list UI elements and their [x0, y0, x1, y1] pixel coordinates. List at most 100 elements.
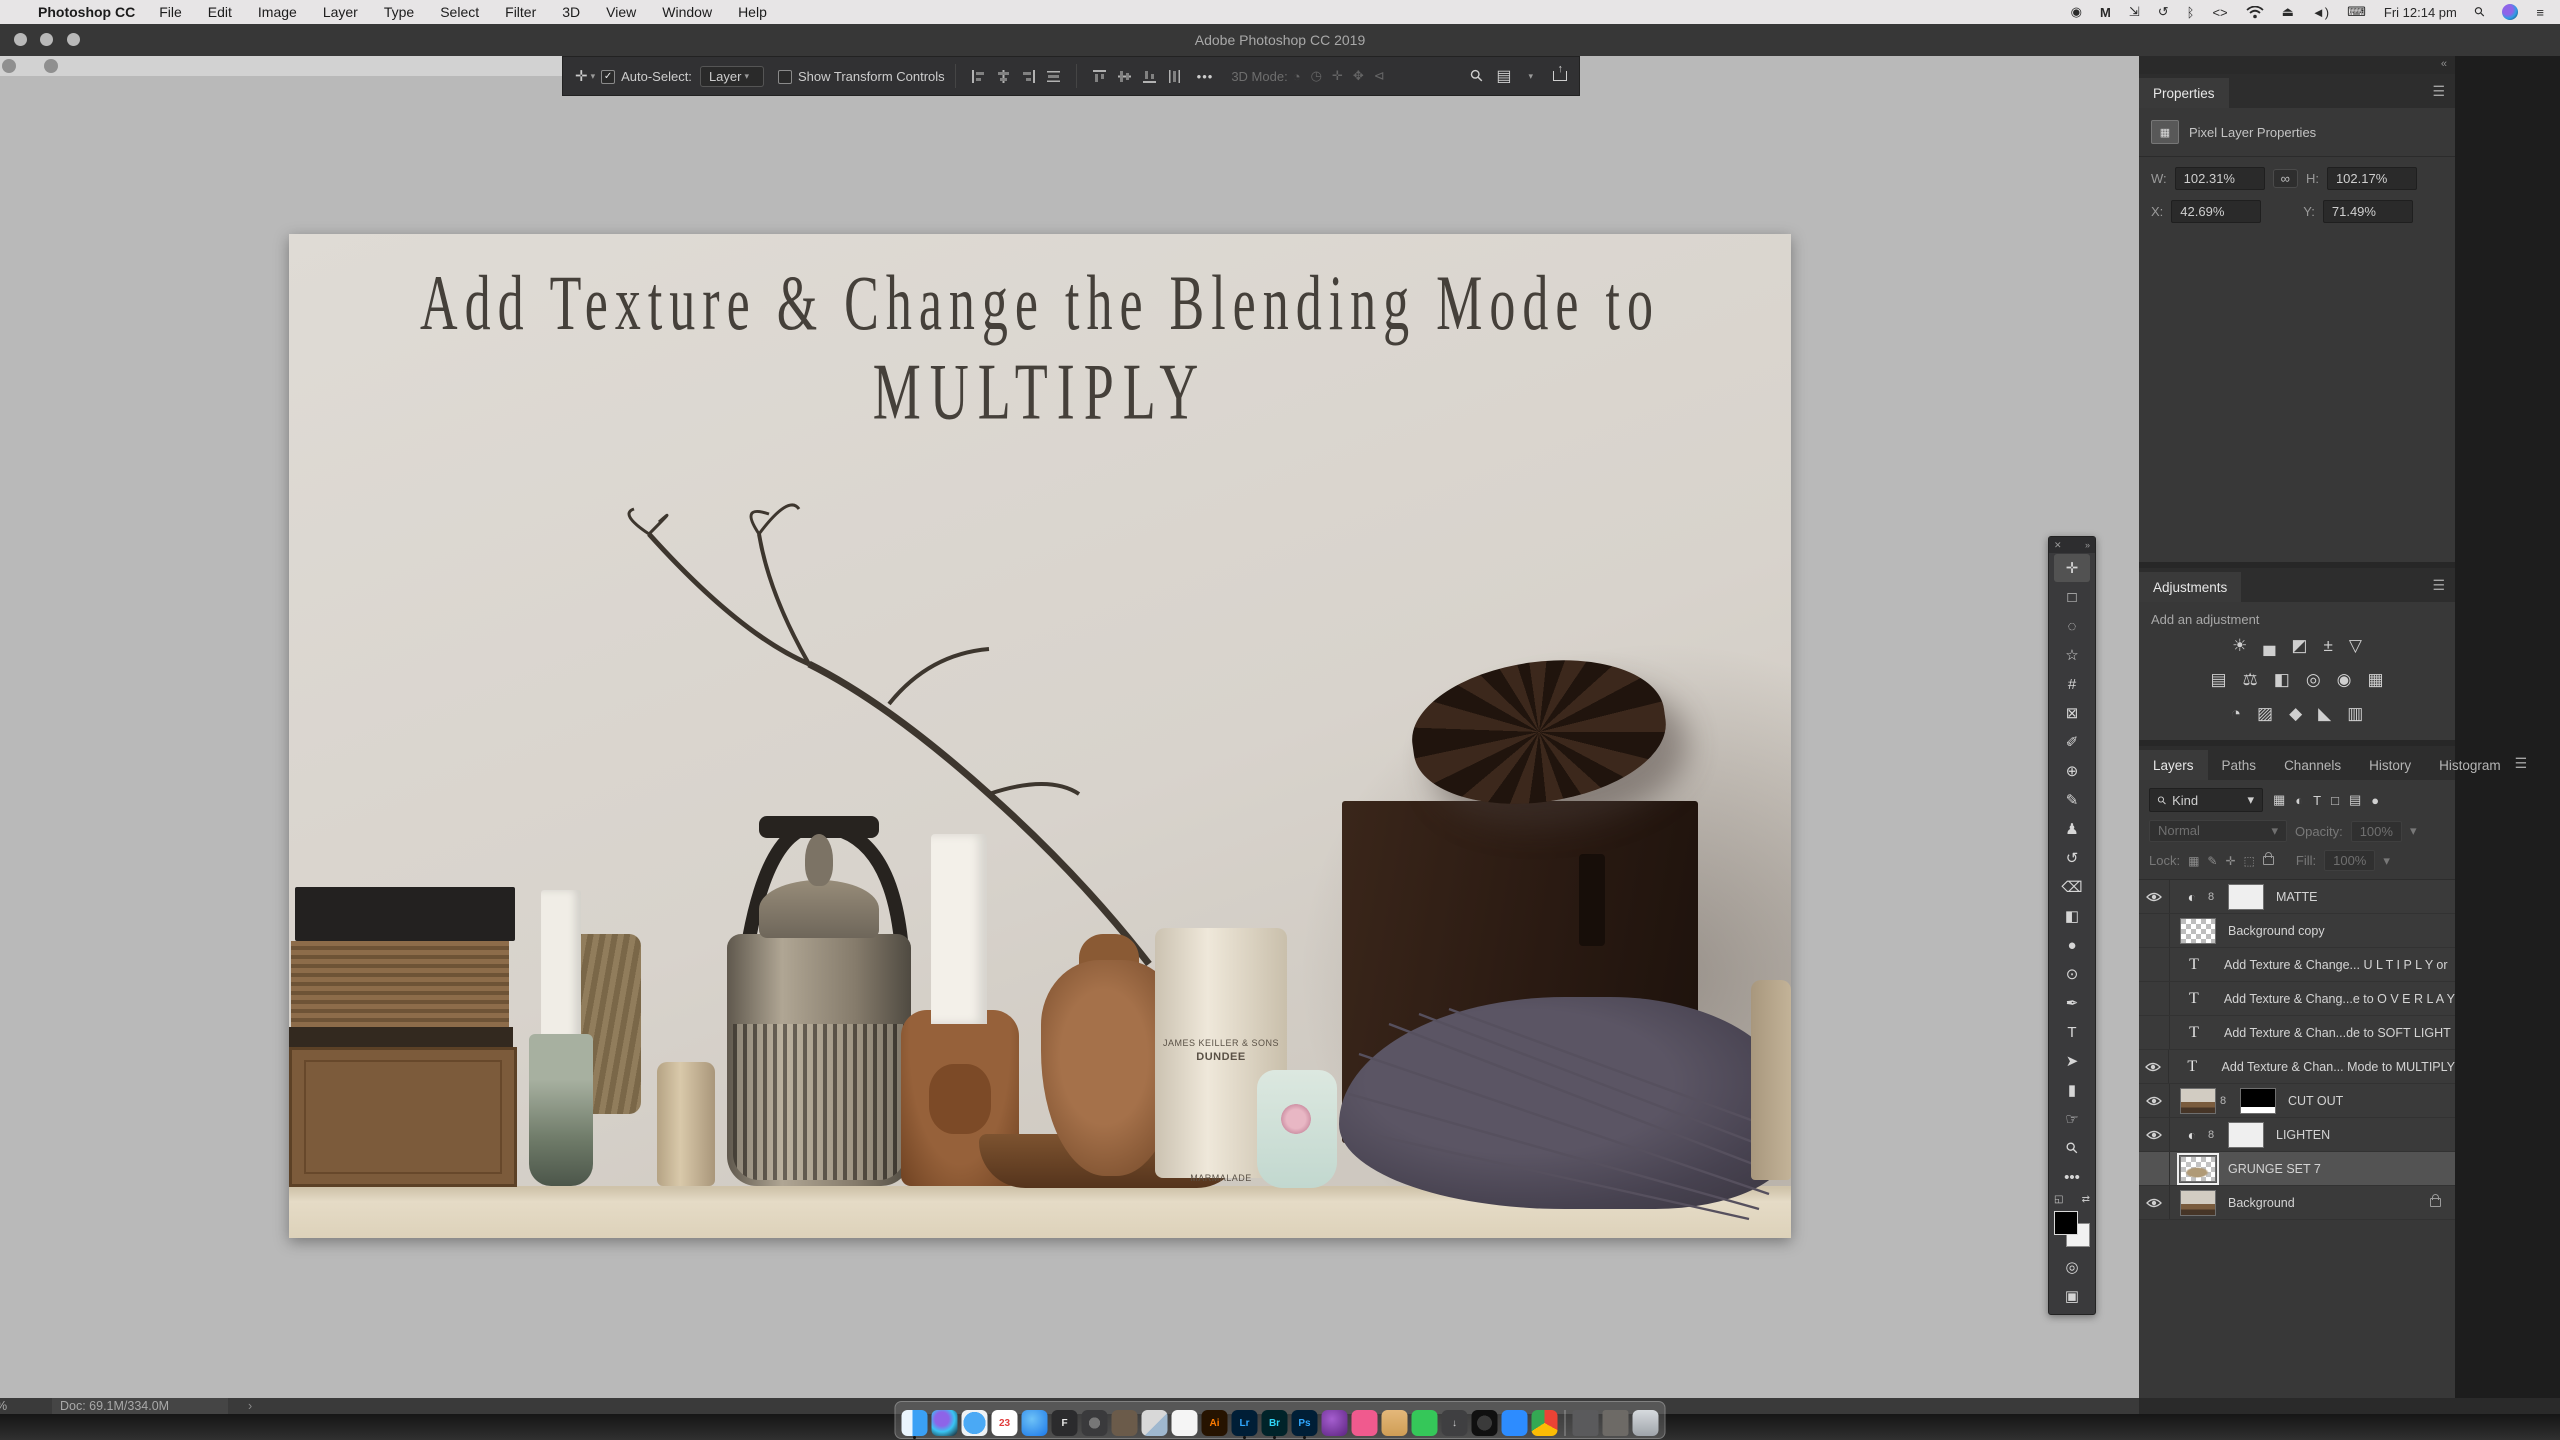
doc-size-indicator[interactable]: Doc: 69.1M/334.0M	[52, 1398, 228, 1414]
swap-colors-icon[interactable]: ⇄	[2082, 1194, 2090, 1205]
tab-paths[interactable]: Paths	[2208, 750, 2271, 780]
visibility-toggle[interactable]	[2139, 1152, 2170, 1185]
screen-mode-button[interactable]: ▣	[2054, 1282, 2090, 1310]
align-top-icon[interactable]	[1092, 69, 1107, 84]
color-lookup-icon[interactable]: ▦	[2368, 670, 2384, 690]
layer-row[interactable]: TAdd Texture & Chan...de to SOFT LIGHT	[2139, 1016, 2455, 1050]
layer-row[interactable]: TAdd Texture & Change... U L T I P L Y o…	[2139, 948, 2455, 982]
menu-item-3d[interactable]: 3D	[562, 4, 580, 20]
layer-row[interactable]: TAdd Texture & Chang...e to O V E R L A …	[2139, 982, 2455, 1016]
media-player[interactable]	[1322, 1410, 1348, 1436]
posterize-icon[interactable]: ▨	[2257, 704, 2273, 724]
brush-tool[interactable]: ✎	[2054, 786, 2090, 814]
layer-filter-toggle[interactable]: ●	[2371, 793, 2379, 808]
menu-item-layer[interactable]: Layer	[323, 4, 358, 20]
history-brush-tool[interactable]: ↺	[2054, 844, 2090, 872]
filter-pixel-layers-icon[interactable]: ▦	[2273, 792, 2285, 808]
more-align-options-icon[interactable]: •••	[1197, 69, 1214, 84]
doc-window-control-1[interactable]	[2, 59, 16, 73]
collapse-panels-icon[interactable]: «	[2441, 58, 2447, 70]
visibility-toggle[interactable]	[2139, 982, 2170, 1015]
filter-smart-objects-icon[interactable]: ▤	[2349, 792, 2361, 808]
filter-shape-layers-icon[interactable]: □	[2331, 793, 2339, 808]
default-colors-icon[interactable]: ◱	[2054, 1194, 2063, 1205]
menu-item-filter[interactable]: Filter	[505, 4, 536, 20]
photos-app[interactable]	[1142, 1410, 1168, 1436]
align-left-icon[interactable]	[971, 69, 986, 84]
clone-stamp-tool[interactable]: ♟	[2054, 815, 2090, 843]
zoom-window-button[interactable]	[67, 33, 80, 46]
malwarebytes-icon[interactable]: M	[2100, 5, 2111, 20]
keyboard-icon[interactable]: ⌨	[2347, 4, 2366, 20]
layer-row[interactable]: ◐8LIGHTEN	[2139, 1118, 2455, 1152]
fill-field[interactable]: 100%	[2324, 850, 2375, 871]
visibility-toggle[interactable]	[2139, 1186, 2170, 1219]
filter-type-layers-icon[interactable]: T	[2313, 793, 2321, 808]
pen-tool[interactable]: ✒	[2054, 989, 2090, 1017]
opacity-caret-icon[interactable]: ▾	[2410, 823, 2417, 839]
x-field[interactable]: 42.69%	[2171, 200, 2261, 223]
tab-layers[interactable]: Layers	[2139, 750, 2208, 780]
tool-preset-caret-icon[interactable]: ▾	[591, 71, 596, 82]
layer-thumbnail[interactable]	[2180, 1088, 2216, 1114]
layer-mask-thumbnail[interactable]	[2228, 884, 2264, 910]
adjustment-layer-thumb[interactable]: ◐	[2180, 1127, 2204, 1143]
shape-tool[interactable]: ▮	[2054, 1076, 2090, 1104]
layer-thumbnail[interactable]	[2180, 1156, 2216, 1182]
spotlight-icon[interactable]: ⚲	[2471, 3, 2489, 21]
search-icon[interactable]: ⚲	[1465, 65, 1487, 87]
type-layer-icon[interactable]: T	[2176, 990, 2212, 1008]
layer-name[interactable]: MATTE	[2276, 890, 2317, 904]
width-field[interactable]: 102.31%	[2175, 167, 2265, 190]
y-field[interactable]: 71.49%	[2323, 200, 2413, 223]
mask-link-icon[interactable]: 8	[2204, 1129, 2218, 1141]
layer-row[interactable]: GRUNGE SET 7	[2139, 1152, 2455, 1186]
channel-mixer-icon[interactable]: ◉	[2337, 670, 2352, 690]
code-brackets-icon[interactable]: <>	[2212, 5, 2227, 20]
siri[interactable]	[932, 1410, 958, 1436]
close-icon[interactable]: ✕	[2054, 540, 2062, 551]
menu-item-image[interactable]: Image	[258, 4, 297, 20]
align-right-icon[interactable]	[1021, 69, 1036, 84]
layer-name[interactable]: Add Texture & Chan...de to SOFT LIGHT	[2224, 1026, 2451, 1040]
lightroom[interactable]: Lr	[1232, 1410, 1258, 1436]
layer-mask-thumbnail[interactable]	[2228, 1122, 2264, 1148]
type-layer-icon[interactable]: T	[2175, 1058, 2210, 1076]
green-app[interactable]	[1412, 1410, 1438, 1436]
mask-link-icon[interactable]: 8	[2216, 1095, 2230, 1107]
quick-selection-tool[interactable]: ☆	[2054, 641, 2090, 669]
zoom-percent-fragment[interactable]: %	[0, 1398, 7, 1414]
visibility-toggle[interactable]	[2139, 1084, 2170, 1117]
app-store[interactable]	[1022, 1410, 1048, 1436]
camera-app[interactable]	[1082, 1410, 1108, 1436]
adjustments-panel-menu-icon[interactable]: ☰	[2432, 577, 2455, 602]
photoshop[interactable]: Ps	[1292, 1410, 1318, 1436]
lock-transparency-icon[interactable]: ▦	[2188, 854, 2199, 868]
tab-channels[interactable]: Channels	[2270, 750, 2355, 780]
foreground-color-swatch[interactable]	[2054, 1211, 2078, 1235]
layer-row[interactable]: 8CUT OUT	[2139, 1084, 2455, 1118]
distribute-h-icon[interactable]	[1046, 69, 1061, 84]
tab-properties[interactable]: Properties	[2139, 78, 2229, 108]
collapse-icon[interactable]: »	[2085, 540, 2090, 550]
layer-name[interactable]: Add Texture & Change... U L T I P L Y or	[2224, 958, 2448, 972]
folder-icon[interactable]	[1382, 1410, 1408, 1436]
align-middle-v-icon[interactable]	[1117, 69, 1132, 84]
photo-filter-icon[interactable]: ◎	[2306, 670, 2321, 690]
status-chevron-icon[interactable]: ›	[248, 1398, 252, 1414]
align-center-h-icon[interactable]	[996, 69, 1011, 84]
time-machine-icon[interactable]: ↺	[2158, 4, 2169, 20]
fill-caret-icon[interactable]: ▾	[2383, 853, 2390, 869]
blur-tool[interactable]: ●	[2054, 931, 2090, 959]
notes-app[interactable]	[1112, 1410, 1138, 1436]
wifi-icon[interactable]	[2246, 6, 2264, 19]
color-balance-icon[interactable]: ⚖	[2243, 670, 2258, 690]
layer-row[interactable]: TAdd Texture & Chan... Mode to MULTIPLY	[2139, 1050, 2455, 1084]
volume-icon[interactable]: ◄)	[2312, 5, 2329, 20]
chrome[interactable]	[1532, 1410, 1558, 1436]
levels-icon[interactable]: ▄	[2263, 636, 2275, 656]
menu-item-type[interactable]: Type	[384, 4, 414, 20]
close-window-button[interactable]	[14, 33, 27, 46]
filter-adjustment-layers-icon[interactable]: ◐	[2295, 793, 2303, 808]
gradient-map-icon[interactable]: ◣	[2318, 704, 2331, 724]
